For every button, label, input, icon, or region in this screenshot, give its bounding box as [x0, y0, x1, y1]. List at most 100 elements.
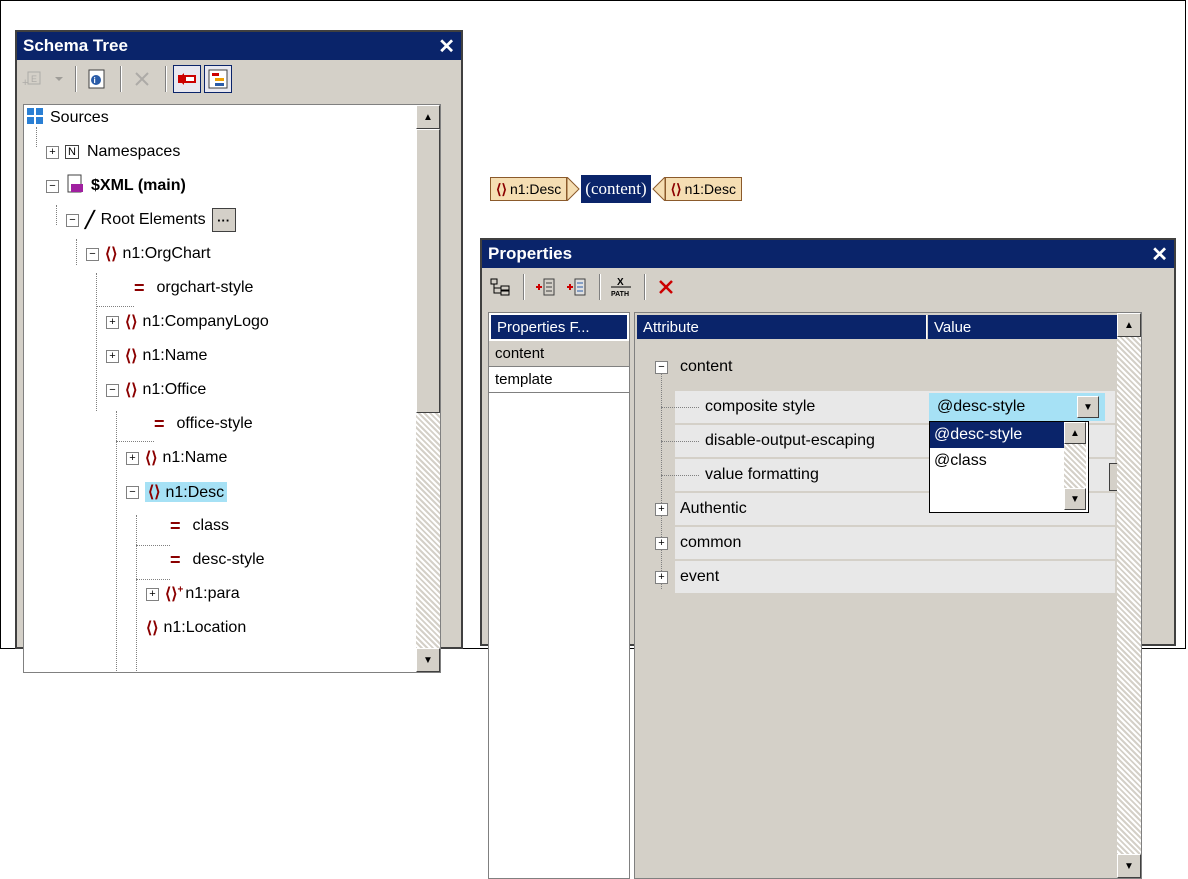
tree-guide-line — [116, 411, 117, 672]
tree-guide-line — [96, 273, 97, 411]
property-group-authentic[interactable]: + Authentic — [655, 493, 747, 525]
expand-icon[interactable]: + — [126, 451, 139, 465]
tree-guide-line — [661, 407, 699, 408]
tree-node-office-name[interactable]: + ⟨⟩ n1:Name — [126, 445, 227, 471]
tree-node-label: Sources — [50, 109, 109, 126]
scroll-down-button[interactable]: ▼ — [416, 648, 440, 672]
properties-page-icon[interactable]: i — [83, 65, 111, 93]
expand-icon[interactable]: + — [655, 570, 668, 584]
expand-icon[interactable]: + — [655, 502, 668, 516]
mixed-element-icon: ⟨⟩+ — [165, 584, 184, 603]
scroll-down-button[interactable]: ▼ — [1064, 488, 1086, 510]
tree-guide-line — [96, 306, 134, 307]
expand-icon[interactable]: + — [655, 536, 668, 550]
property-grid-scrollbar[interactable]: ▲ ▼ — [1117, 313, 1141, 878]
tree-node-label: n1:OrgChart — [122, 245, 211, 262]
property-grid: Attribute Value − content composite styl… — [634, 312, 1142, 879]
schema-tree-scrollbar[interactable]: ▲ ▼ — [416, 105, 440, 672]
tree-node-location[interactable]: ⟨⟩ n1:Location — [146, 615, 246, 641]
expand-icon[interactable]: + — [46, 145, 59, 159]
property-row-disable-output-escaping[interactable]: disable-output-escaping — [705, 425, 875, 457]
dropdown-option[interactable]: @desc-style — [930, 422, 1064, 448]
scroll-thumb[interactable] — [416, 129, 440, 413]
select-value: @desc-style — [937, 398, 1026, 415]
expand-icon[interactable]: + — [106, 349, 119, 363]
xpath-icon[interactable]: X PATH — [607, 273, 635, 301]
toolbar-separator — [75, 66, 77, 92]
content-placeholder[interactable]: (content) — [581, 175, 651, 203]
scroll-up-button[interactable]: ▲ — [1064, 422, 1086, 444]
property-label: disable-output-escaping — [705, 432, 875, 449]
toolbar-separator — [644, 274, 646, 300]
tree-node-orgchart-style[interactable]: = orgchart-style — [134, 275, 253, 301]
close-icon[interactable]: ✕ — [438, 34, 455, 59]
scroll-up-button[interactable]: ▲ — [416, 105, 440, 129]
tree-node-office-style[interactable]: = office-style — [154, 411, 253, 437]
element-icon: ⟨⟩ — [125, 382, 138, 399]
delete-icon[interactable] — [652, 273, 680, 301]
close-icon[interactable]: ✕ — [1151, 242, 1168, 267]
start-tag[interactable]: ⟨⟩ n1:Desc — [490, 177, 568, 201]
edit-root-elements-button[interactable]: ··· — [211, 208, 236, 232]
tree-guide-line — [56, 205, 57, 225]
category-list-header: Properties F... — [491, 315, 627, 339]
property-group-event[interactable]: + event — [655, 561, 719, 593]
tree-guide-line — [76, 239, 77, 265]
tree-node-xml-main[interactable]: − $XML (main) — [46, 173, 186, 199]
property-label: value formatting — [705, 466, 819, 483]
property-row-composite-style[interactable]: composite style — [705, 391, 815, 423]
property-group-common[interactable]: + common — [655, 527, 741, 559]
property-group-content[interactable]: − content — [655, 351, 732, 383]
collapse-icon[interactable]: − — [126, 485, 139, 499]
chevron-down-icon[interactable] — [52, 65, 66, 93]
sources-icon — [26, 107, 44, 130]
add-property-icon[interactable] — [531, 273, 559, 301]
collapse-icon[interactable]: − — [106, 383, 119, 397]
value-column-header[interactable]: Value — [928, 315, 1134, 339]
scroll-up-button[interactable]: ▲ — [1117, 313, 1141, 337]
add-property-group-icon[interactable] — [562, 273, 590, 301]
tree-node-class[interactable]: = class — [170, 513, 229, 539]
collapse-icon[interactable]: − — [66, 213, 79, 227]
collapse-icon[interactable]: − — [46, 179, 59, 193]
category-item-label: content — [495, 345, 545, 362]
tree-node-para[interactable]: + ⟨⟩+ n1:para — [146, 581, 240, 607]
show-global-elements-icon[interactable] — [173, 65, 201, 93]
property-row-value-formatting[interactable]: value formatting — [705, 459, 819, 491]
chevron-down-icon[interactable]: ▼ — [1077, 396, 1099, 418]
show-tree-icon[interactable] — [204, 65, 232, 93]
tree-node-office[interactable]: − ⟨⟩ n1:Office — [106, 377, 206, 403]
end-tag-label: n1:Desc — [684, 181, 736, 197]
category-item-content[interactable]: content — [489, 341, 629, 367]
element-icon: ⟨⟩ — [145, 450, 158, 467]
category-item-template[interactable]: template — [489, 367, 629, 393]
properties-tree-icon[interactable] — [486, 273, 514, 301]
expand-icon[interactable]: + — [146, 587, 159, 601]
tree-node-company-logo[interactable]: + ⟨⟩ n1:CompanyLogo — [106, 309, 269, 335]
delete-icon[interactable] — [128, 65, 156, 93]
add-element-icon[interactable]: E + — [21, 65, 49, 93]
tree-node-sources[interactable]: Sources — [26, 105, 109, 131]
tree-node-label: n1:Office — [142, 381, 207, 398]
end-tag[interactable]: ⟨⟩ n1:Desc — [664, 177, 742, 201]
properties-title: Properties — [488, 244, 573, 263]
tree-node-desc[interactable]: − ⟨⟩ n1:Desc — [126, 479, 228, 505]
dropdown-scrollbar[interactable]: ▲ ▼ — [1064, 422, 1086, 510]
element-icon: ⟨⟩ — [125, 348, 138, 365]
tree-node-name[interactable]: + ⟨⟩ n1:Name — [106, 343, 207, 369]
design-tag-bar: ⟨⟩ n1:Desc (content) ⟨⟩ n1:Desc — [490, 175, 742, 203]
schema-tree-panel: Sources + N Namespaces − $XML (main) − ╱… — [23, 104, 441, 673]
dropdown-option[interactable]: @class — [930, 448, 1064, 474]
expand-icon[interactable]: + — [106, 315, 119, 329]
scroll-down-button[interactable]: ▼ — [1117, 854, 1141, 878]
tree-node-root-elements[interactable]: − ╱ Root Elements ··· — [66, 207, 236, 233]
tree-node-namespaces[interactable]: + N Namespaces — [46, 139, 180, 165]
tree-node-desc-style[interactable]: = desc-style — [170, 547, 265, 573]
tree-node-orgchart[interactable]: − ⟨⟩ n1:OrgChart — [86, 241, 211, 267]
collapse-icon[interactable]: − — [655, 360, 668, 374]
composite-style-select[interactable]: @desc-style ▼ — [929, 393, 1105, 421]
attribute-column-header[interactable]: Attribute — [637, 315, 927, 339]
toolbar-separator — [120, 66, 122, 92]
collapse-icon[interactable]: − — [86, 247, 99, 261]
schema-tree-toolbar: E + i — [17, 60, 461, 98]
